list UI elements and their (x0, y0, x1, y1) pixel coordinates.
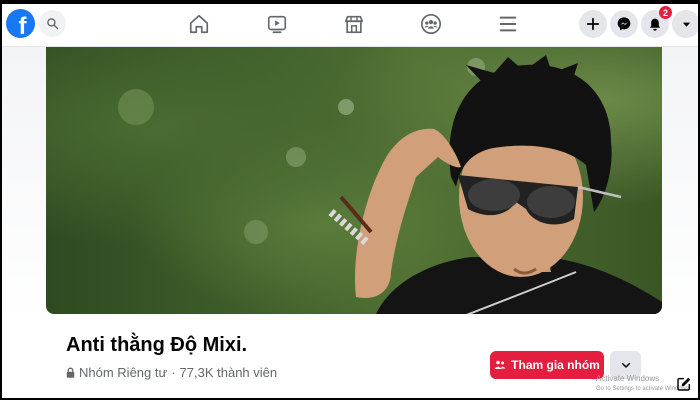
chevron-down-icon (621, 362, 630, 368)
group-member-count[interactable]: 77,3K thành viên (180, 365, 278, 380)
plus-icon (586, 17, 600, 31)
group-privacy-label[interactable]: Nhóm Riêng tư (79, 365, 167, 380)
caret-down-icon (682, 22, 690, 27)
watch-video-icon[interactable] (266, 13, 288, 35)
compose-icon (677, 377, 691, 391)
facebook-group-page: f 2 Anti thằng Độ Mixi. Nhóm Riêng tư · … (0, 0, 700, 400)
create-button[interactable] (579, 10, 607, 38)
menu-icon[interactable] (497, 13, 519, 35)
join-group-label: Tham gia nhóm (511, 358, 600, 372)
home-icon[interactable] (188, 13, 210, 35)
messenger-button[interactable] (610, 10, 638, 38)
people-icon (494, 360, 506, 369)
groups-icon[interactable] (420, 13, 442, 35)
new-message-button[interactable] (672, 372, 696, 396)
group-meta-line: Nhóm Riêng tư · 77,3K thành viên (66, 365, 277, 380)
facebook-logo-icon[interactable]: f (6, 9, 35, 38)
notification-count-badge: 2 (659, 6, 672, 19)
top-navigation-bar: f 2 (0, 0, 700, 47)
account-menu-button[interactable] (672, 10, 700, 38)
search-icon (47, 18, 59, 30)
group-cover-photo[interactable] (46, 47, 662, 314)
cover-photo-person (118, 55, 662, 314)
meta-separator: · (171, 365, 176, 380)
window-top-border (0, 0, 700, 4)
facebook-logo-letter: f (18, 13, 27, 38)
lock-icon (66, 367, 75, 378)
join-group-button[interactable]: Tham gia nhóm (490, 351, 604, 379)
bell-icon (650, 18, 660, 31)
search-button[interactable] (39, 10, 66, 37)
group-name-heading: Anti thằng Độ Mixi. (66, 334, 248, 356)
messenger-icon (617, 17, 631, 31)
marketplace-icon[interactable] (343, 13, 365, 35)
